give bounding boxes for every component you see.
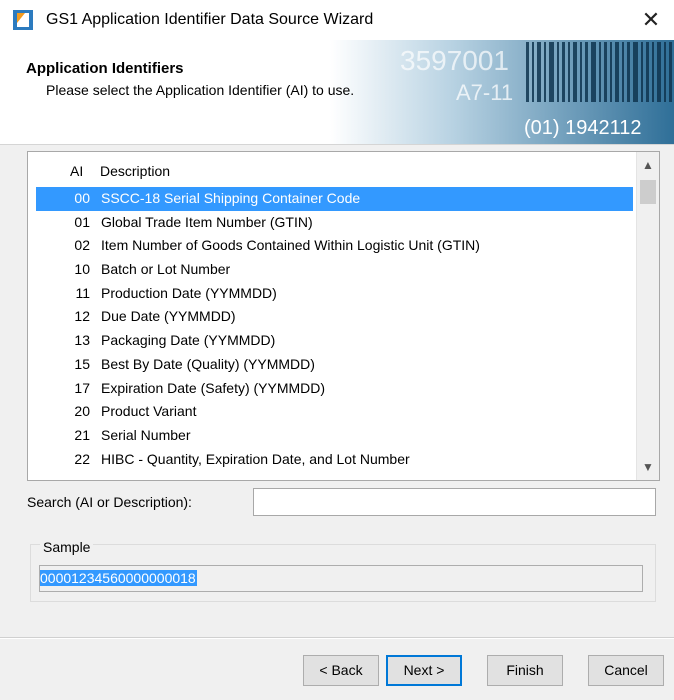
list-item-ai: 00 [74, 190, 90, 206]
list-item-ai: 02 [74, 237, 90, 254]
list-item-description: Production Date (YYMMDD) [101, 284, 277, 301]
title-bar: GS1 Application Identifier Data Source W… [0, 0, 674, 41]
list-item[interactable]: 15 Best By Date (Quality) (YYMMDD) [36, 353, 633, 377]
sample-field[interactable]: 00001234560000000018 [39, 565, 643, 592]
cancel-button[interactable]: Cancel [588, 655, 664, 686]
vertical-scrollbar[interactable]: ▲ ▼ [636, 152, 659, 480]
list-item[interactable]: 11 Production Date (YYMMDD) [36, 282, 633, 306]
next-button[interactable]: Next > [386, 655, 462, 686]
list-item[interactable]: 10 Batch or Lot Number [36, 258, 633, 282]
scroll-down-icon[interactable]: ▼ [637, 454, 659, 480]
list-item-ai: 11 [75, 284, 90, 301]
window-title: GS1 Application Identifier Data Source W… [46, 11, 374, 28]
list-item-description: Batch or Lot Number [101, 261, 231, 278]
list-item[interactable]: 01 Global Trade Item Number (GTIN) [36, 211, 633, 235]
list-item[interactable]: 02 Item Number of Goods Contained Within … [36, 234, 633, 258]
list-item[interactable]: 13 Packaging Date (YYMMDD) [36, 329, 633, 353]
list-item[interactable]: 21 Serial Number [36, 424, 633, 448]
list-item-description: HIBC - Quantity, Expiration Date, and Lo… [101, 450, 410, 467]
scroll-thumb[interactable] [640, 180, 656, 204]
ai-list[interactable]: AI Description 00 SSCC-18 Serial Shipping… [27, 151, 660, 481]
app-icon [13, 10, 33, 30]
list-item-description: Due Date (YYMMDD) [101, 308, 236, 325]
list-item-ai: 15 [74, 355, 90, 372]
close-button[interactable]: ✕ [628, 0, 674, 40]
list-item-description: SSCC-18 Serial Shipping Container Code [101, 190, 361, 206]
wizard-content: AI Description 00 SSCC-18 Serial Shipping… [0, 145, 674, 700]
list-item-ai: 01 [74, 213, 90, 230]
sample-value: 00001234560000000018 [40, 570, 197, 586]
column-header-ai[interactable]: AI [70, 163, 83, 179]
page-subtitle: Please select the Application Identifier… [46, 82, 355, 98]
list-item[interactable]: 00 SSCC-18 Serial Shipping Container Code [36, 187, 633, 211]
page-title: Application Identifiers [26, 60, 184, 77]
list-item-description: Best By Date (Quality) (YYMMDD) [101, 355, 315, 372]
list-item-description: Expiration Date (Safety) (YYMMDD) [101, 379, 326, 396]
list-item[interactable]: 12 Due Date (YYMMDD) [36, 305, 633, 329]
list-item[interactable]: 17 Expiration Date (Safety) (YYMMDD) [36, 377, 633, 401]
button-separator [0, 637, 674, 639]
list-item-description: Global Trade Item Number (GTIN) [101, 213, 313, 230]
finish-button[interactable]: Finish [487, 655, 563, 686]
sample-legend: Sample [40, 539, 94, 555]
list-item[interactable]: 22 HIBC - Quantity, Expiration Date, and … [36, 448, 633, 472]
back-button[interactable]: < Back [303, 655, 379, 686]
list-item-description: Item Number of Goods Contained Within Lo… [101, 237, 480, 254]
list-item-ai: 12 [74, 308, 90, 325]
list-item-ai: 21 [74, 426, 90, 443]
list-item-ai: 17 [74, 379, 90, 396]
wizard-banner: 3597001 A7-11 (01) 1942112 Application I… [0, 40, 674, 145]
list-rows: 00 SSCC-18 Serial Shipping Container Code… [36, 187, 633, 471]
scroll-up-icon[interactable]: ▲ [637, 152, 659, 178]
list-item-ai: 13 [74, 332, 90, 349]
list-item-ai: 10 [74, 261, 90, 278]
list-item-description: Packaging Date (YYMMDD) [101, 332, 276, 349]
barcode-banner-image: 3597001 A7-11 (01) 1942112 [330, 40, 674, 144]
banner-art-code: A7-11 [456, 80, 513, 105]
search-input[interactable] [253, 488, 656, 516]
banner-art-gtin: (01) 1942112 [524, 117, 642, 139]
list-item-ai: 20 [74, 403, 90, 420]
close-icon: ✕ [641, 7, 661, 32]
list-header: AI Description [28, 152, 636, 186]
column-header-description[interactable]: Description [100, 163, 170, 179]
list-item-ai: 22 [74, 450, 90, 467]
list-item-description: Serial Number [101, 426, 191, 443]
list-item-description: Product Variant [101, 403, 197, 420]
list-item[interactable]: 20 Product Variant [36, 400, 633, 424]
search-label: Search (AI or Description): [27, 494, 192, 510]
banner-art-digits: 3597001 [400, 45, 509, 76]
